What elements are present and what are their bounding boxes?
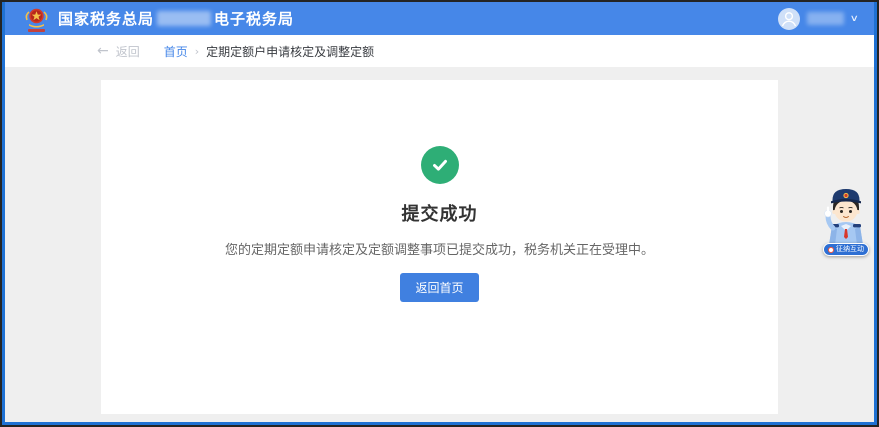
success-check-icon [421,146,459,184]
user-avatar-icon [778,8,800,30]
tax-emblem-icon [24,7,49,34]
app-title-suffix: 电子税务局 [214,8,294,29]
arrow-left-icon: ← [97,44,109,58]
breadcrumb-bar: ← 返回 首页 › 定期定额户申请核定及调整定额 [5,35,874,67]
interaction-badge-label: 征纳互动 [836,246,864,253]
breadcrumb: 首页 › 定期定额户申请核定及调整定额 [164,43,374,60]
tax-officer-mascot-icon [819,185,873,249]
back-label: 返回 [116,43,140,60]
badge-dot-icon [828,247,834,253]
page-content: 提交成功 您的定期定额申请核定及定额调整事项已提交成功，税务机关正在受理中。 返… [5,67,874,422]
breadcrumb-current-page: 定期定额户申请核定及调整定额 [206,43,374,60]
browser-frame: 国家税务总局 电子税务局 ∨ ← 返回 [0,0,879,427]
app-header: 国家税务总局 电子税务局 ∨ [5,2,874,35]
assistant-mascot[interactable]: 征纳互动 [818,185,874,256]
chevron-down-icon: ∨ [850,14,859,24]
app-window: 国家税务总局 电子税务局 ∨ ← 返回 [2,2,877,425]
back-button[interactable]: ← 返回 [97,43,140,60]
return-home-button[interactable]: 返回首页 [400,273,478,302]
breadcrumb-home-link[interactable]: 首页 [164,43,188,60]
result-description: 您的定期定额申请核定及定额调整事项已提交成功，税务机关正在受理中。 [101,239,778,258]
result-card: 提交成功 您的定期定额申请核定及定额调整事项已提交成功，税务机关正在受理中。 返… [101,80,778,414]
app-title-prefix: 国家税务总局 [58,8,154,29]
breadcrumb-separator: › [195,45,199,58]
header-brand: 国家税务总局 电子税务局 [24,4,294,34]
user-menu[interactable]: ∨ [778,8,858,30]
result-title: 提交成功 [101,200,778,226]
app-title: 国家税务总局 电子税务局 [58,8,294,29]
interaction-badge[interactable]: 征纳互动 [823,243,869,256]
redacted-username [807,12,844,25]
redacted-region-name [157,11,211,26]
